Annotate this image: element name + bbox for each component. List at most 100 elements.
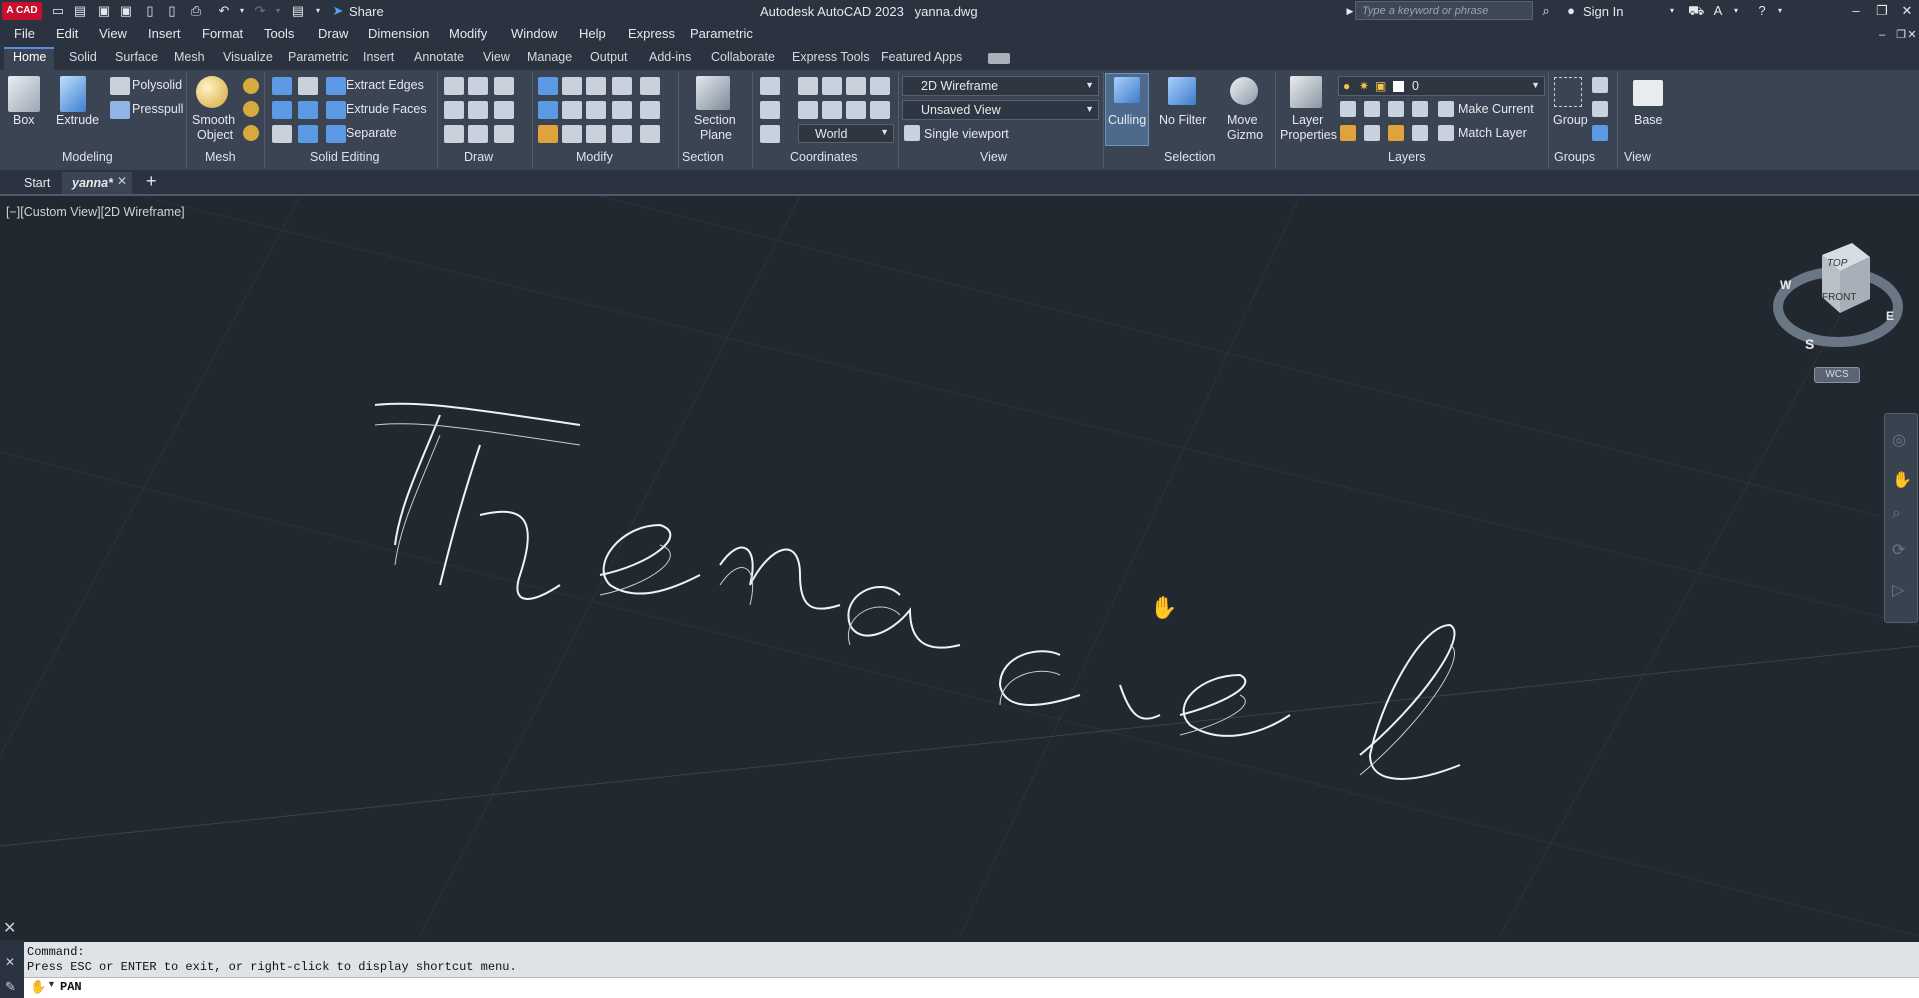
polysolid-button[interactable]: Polysolid	[132, 78, 182, 92]
tab-solid[interactable]: Solid	[69, 50, 97, 64]
tab-express-tools[interactable]: Express Tools	[792, 50, 870, 64]
panel-label-view-2[interactable]: View	[1624, 150, 1651, 164]
menu-edit[interactable]: Edit	[56, 26, 78, 41]
polygon-icon[interactable]	[444, 125, 464, 143]
menu-modify[interactable]: Modify	[449, 26, 487, 41]
panel-label-view[interactable]: View	[980, 150, 1007, 164]
smooth-object-label-2[interactable]: Object	[197, 128, 233, 142]
thicken-icon[interactable]	[298, 125, 318, 143]
close-command-history-icon[interactable]: ✕	[3, 918, 16, 938]
smooth-object-label-1[interactable]: Smooth	[192, 113, 235, 127]
box-icon[interactable]	[8, 76, 40, 112]
viewport-config-button[interactable]: Single viewport	[924, 127, 1009, 141]
menu-insert[interactable]: Insert	[148, 26, 181, 41]
menu-format[interactable]: Format	[202, 26, 243, 41]
redo-dropdown-icon[interactable]: ▾	[270, 3, 286, 19]
zoom-icon[interactable]: ⌕	[1892, 505, 1901, 523]
match-layer-icon[interactable]	[1438, 125, 1454, 141]
share-button[interactable]: Share	[349, 4, 384, 19]
panel-label-section[interactable]: Section	[682, 150, 724, 164]
layer-select[interactable]: ● ✷ ▣ 0 ▼	[1338, 76, 1545, 96]
quick-access-dropdown-icon[interactable]: ▾	[310, 3, 326, 19]
app-dropdown-icon[interactable]: ▾	[1728, 3, 1744, 19]
box-button[interactable]: Box	[13, 113, 35, 127]
union-icon[interactable]	[272, 77, 292, 95]
tab-mesh[interactable]: Mesh	[174, 50, 205, 64]
menu-express[interactable]: Express	[628, 26, 675, 41]
base-view-icon[interactable]	[1633, 80, 1663, 106]
menu-help[interactable]: Help	[579, 26, 606, 41]
layer-unisolate-icon[interactable]	[1364, 125, 1380, 141]
extrude-faces-button[interactable]: Extrude Faces	[346, 102, 427, 116]
layer-off-icon[interactable]	[1340, 101, 1356, 117]
sign-in-dropdown-icon[interactable]: ▾	[1664, 3, 1680, 19]
panel-label-coordinates[interactable]: Coordinates	[790, 150, 857, 164]
separate-icon[interactable]	[326, 125, 346, 143]
spline-icon[interactable]	[468, 77, 488, 95]
mesh-primitive-icon[interactable]	[243, 78, 259, 94]
ucs-face-icon[interactable]	[870, 101, 890, 119]
presspull-button[interactable]: Presspull	[132, 102, 183, 116]
viewcube-top-label[interactable]: TOP	[1827, 258, 1847, 269]
layer-properties-label-2[interactable]: Properties	[1280, 128, 1337, 142]
restore-icon[interactable]: ❐	[1874, 3, 1890, 19]
group-icon[interactable]	[1554, 77, 1582, 107]
slice-icon[interactable]	[272, 125, 292, 143]
panel-label-mesh[interactable]: Mesh	[205, 150, 236, 164]
open-from-web-icon[interactable]: ▯	[142, 3, 158, 19]
open-file-icon[interactable]: ▤	[72, 3, 88, 19]
layer-properties-label-1[interactable]: Layer	[1292, 113, 1323, 127]
new-tab-button[interactable]: +	[146, 171, 157, 192]
tab-parametric[interactable]: Parametric	[288, 50, 348, 64]
showmotion-icon[interactable]: ▷	[1892, 580, 1904, 600]
extrude-button[interactable]: Extrude	[56, 113, 99, 127]
3d-array-icon[interactable]	[640, 125, 660, 143]
group-edit-icon[interactable]	[1592, 101, 1608, 117]
help-icon[interactable]: ?	[1754, 3, 1770, 19]
extract-edges-icon[interactable]	[326, 77, 346, 95]
subtract-icon[interactable]	[298, 77, 318, 95]
polyline-icon[interactable]	[444, 101, 464, 119]
section-plane-label-1[interactable]: Section	[694, 113, 736, 127]
extrude-icon[interactable]	[60, 76, 86, 112]
erase-icon[interactable]	[538, 125, 558, 143]
compass-east-label[interactable]: E	[1886, 309, 1894, 323]
arc-icon[interactable]	[494, 77, 514, 95]
tab-collaborate[interactable]: Collaborate	[711, 50, 775, 64]
tab-featured-apps[interactable]: Featured Apps	[881, 50, 962, 64]
search-icon[interactable]: ⌕	[1538, 3, 1554, 19]
close-icon[interactable]: ✕	[1899, 3, 1915, 19]
mirror-icon[interactable]	[612, 77, 632, 95]
scale-icon[interactable]	[612, 101, 632, 119]
command-input-bar[interactable]	[0, 977, 1919, 998]
named-view-select[interactable]: Unsaved View ▼	[902, 100, 1099, 120]
close-tab-icon[interactable]: ✕	[117, 174, 127, 188]
layer-properties-icon[interactable]	[1290, 76, 1322, 108]
panel-label-solid-editing[interactable]: Solid Editing	[310, 150, 380, 164]
extract-edges-button[interactable]: Extract Edges	[346, 78, 424, 92]
layer-on-icon[interactable]	[1340, 125, 1356, 141]
layer-isolate-icon[interactable]	[1364, 101, 1380, 117]
offset-icon[interactable]	[586, 125, 606, 143]
redo-icon[interactable]: ↷	[252, 3, 268, 19]
menu-dimension[interactable]: Dimension	[368, 26, 429, 41]
layer-thaw-icon[interactable]	[1388, 125, 1404, 141]
layer-freeze-icon[interactable]	[1388, 101, 1404, 117]
array-icon[interactable]	[562, 101, 582, 119]
menu-window[interactable]: Window	[511, 26, 557, 41]
store-icon[interactable]: ⛟	[1688, 3, 1704, 19]
wcs-menu[interactable]: WCS	[1814, 367, 1860, 383]
move-icon[interactable]	[538, 77, 558, 95]
join-icon[interactable]	[612, 125, 632, 143]
ucs-icon[interactable]	[760, 77, 780, 95]
visual-style-select[interactable]: 2D Wireframe ▼	[902, 76, 1099, 96]
polysolid-icon[interactable]	[110, 77, 130, 95]
ucs-select[interactable]: World ▼	[798, 124, 894, 143]
ribbon-minimize-icon[interactable]	[988, 53, 1010, 64]
start-tab[interactable]: Start	[24, 176, 50, 190]
rotate-icon[interactable]	[562, 77, 582, 95]
make-current-icon[interactable]	[1438, 101, 1454, 117]
orbit-icon[interactable]: ⟳	[1892, 540, 1905, 560]
3d-align-icon[interactable]	[562, 125, 582, 143]
ray-icon[interactable]	[468, 101, 488, 119]
